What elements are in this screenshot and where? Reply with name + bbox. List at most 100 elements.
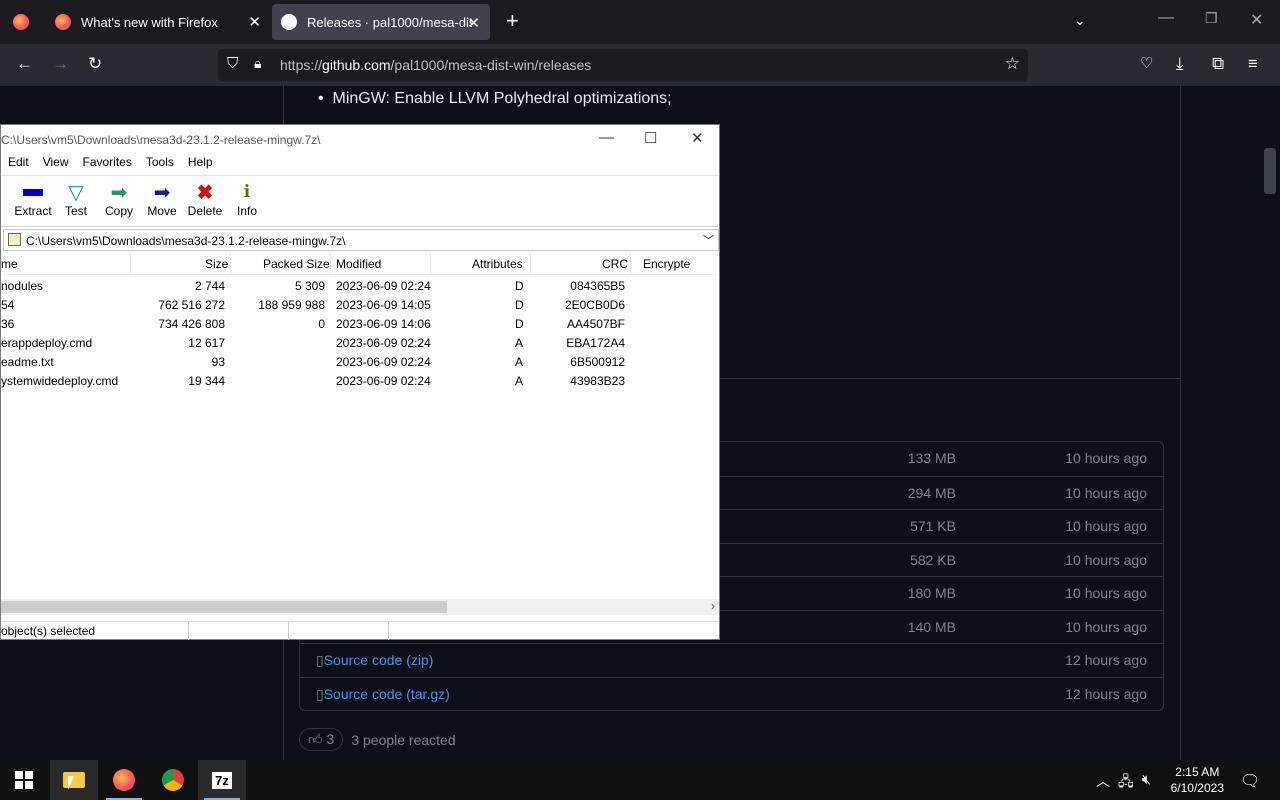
forward-arrow-icon[interactable]: → [52, 54, 69, 74]
column-attributes[interactable]: Attributes [472, 257, 523, 271]
menu-favorites[interactable]: Favorites [75, 155, 138, 175]
menu-tools[interactable]: Tools [139, 155, 181, 175]
close-tab-icon[interactable]: ✕ [467, 14, 480, 32]
taskbar: 7z ︿ 🖧︎ 🔇︎ 2:15 AM 6/10/2023 🗨︎ [0, 760, 1280, 800]
close-window-icon[interactable]: ✕ [1250, 10, 1263, 30]
asset-size: 294 MB [907, 485, 956, 501]
file-row[interactable]: 54 762 516 272 188 959 988 2023-06-09 14… [1, 296, 719, 315]
file-crc: 084365B5 [570, 279, 625, 293]
firefox-view-button[interactable] [0, 0, 42, 44]
file-attributes: A [515, 374, 524, 388]
file-crc: 2E0CB0D6 [564, 298, 625, 312]
extensions-icon[interactable]: ⧉ [1212, 54, 1224, 74]
taskbar-7zip[interactable]: 7z [198, 760, 246, 800]
firefox-icon [55, 14, 71, 30]
menu-view[interactable]: View [36, 155, 76, 175]
show-hidden-icons-chevron-icon[interactable]: ︿ [1096, 771, 1110, 791]
volume-muted-icon[interactable]: 🔇︎ [1142, 771, 1151, 788]
asset-row-source-zip[interactable]: ▯Source code (zip) 12 hours ago [300, 643, 1163, 677]
file-row[interactable]: 36 734 426 808 0 2023-06-09 14:06 D AA45… [1, 315, 719, 334]
minimize-icon[interactable]: — [1158, 9, 1174, 27]
move-button[interactable]: ➡ Move [138, 180, 186, 219]
extract-button[interactable]: Extract [9, 180, 57, 218]
close-tab-icon[interactable]: ✕ [248, 13, 261, 31]
delete-button[interactable]: ✖ Delete [181, 180, 229, 219]
back-arrow-icon[interactable]: ← [16, 54, 33, 74]
zip-icon: ▯ [316, 686, 324, 702]
github-icon [281, 14, 297, 30]
extract-icon [9, 180, 57, 204]
column-separator [130, 253, 131, 275]
info-button[interactable]: ℹ Info [223, 180, 271, 218]
chrome-icon [162, 769, 184, 791]
file-attributes: D [515, 279, 524, 293]
scroll-right-icon[interactable]: › [711, 599, 715, 613]
list-tabs-chevron-icon[interactable]: ⌄ [1074, 12, 1086, 29]
copy-button[interactable]: ➡ Copy [95, 180, 143, 219]
start-button[interactable] [0, 760, 48, 800]
file-row[interactable]: ystemwidedeploy.cmd 19 344 2023-06-09 02… [1, 372, 719, 391]
taskbar-clock[interactable]: 2:15 AM 6/10/2023 [1171, 764, 1224, 796]
tab-firefox-whats-new[interactable]: What's new with Firefox - More ✕ [43, 0, 271, 44]
source-code-targz-link[interactable]: ▯Source code (tar.gz) [316, 686, 450, 703]
column-crc[interactable]: CRC [602, 257, 628, 271]
horizontal-scrollbar[interactable]: › [1, 599, 719, 615]
column-packed-size[interactable]: Packed Size [263, 257, 330, 271]
close-window-icon[interactable]: ✕ [691, 129, 704, 147]
maximize-icon[interactable]: ☐ [644, 129, 657, 147]
url-text[interactable]: https://github.com/pal1000/mesa-dist-win… [280, 57, 591, 73]
restore-icon[interactable]: ❐ [1205, 10, 1218, 27]
asset-size: 140 MB [907, 619, 956, 635]
reload-icon[interactable]: ↻ [88, 54, 102, 74]
column-modified[interactable]: Modified [336, 257, 381, 271]
clock-date: 6/10/2023 [1170, 781, 1224, 795]
url-prefix: https:// [280, 57, 323, 73]
scrollbar-thumb[interactable] [1, 601, 447, 613]
asset-time: 10 hours ago [1065, 518, 1147, 534]
asset-name: Source code [323, 652, 403, 668]
page-scrollbar-thumb[interactable] [1264, 148, 1276, 194]
status-text: object(s) selected [1, 624, 96, 638]
column-encrypted[interactable]: Encrypte [643, 257, 690, 271]
test-button[interactable]: ▽ Test [52, 180, 100, 219]
chevron-down-icon[interactable]: ﹀ [703, 232, 714, 248]
notification-icon[interactable]: 🗨︎ [1240, 771, 1260, 791]
menu-edit[interactable]: Edit [1, 155, 36, 175]
column-size[interactable]: Size [205, 257, 228, 271]
file-row[interactable]: erappdeploy.cmd 12 617 2023-06-09 02:24 … [1, 334, 719, 353]
file-modified: 2023-06-09 02:24 [336, 279, 431, 293]
new-tab-icon[interactable]: + [506, 8, 519, 34]
info-icon: ℹ [243, 182, 251, 201]
copy-arrow-icon: ➡ [110, 181, 128, 204]
menu-help[interactable]: Help [181, 155, 220, 175]
shield-icon[interactable]: ⛉ [227, 55, 238, 72]
url-path: /pal1000/mesa-dist-win/releases [390, 57, 592, 73]
menu-icon[interactable]: ≡ [1248, 54, 1258, 74]
url-bar[interactable]: ⛉ 🔒︎ https://github.com/pal1000/mesa-dis… [218, 49, 1028, 81]
tab-github-releases[interactable]: Releases · pal1000/mesa-dist-w ✕ [272, 4, 490, 40]
downloads-icon[interactable]: ⤓ [1176, 54, 1184, 74]
file-packed-size: 188 959 988 [258, 298, 325, 312]
thumbs-up-reaction-button[interactable]: 👍︎ 3 [299, 728, 344, 751]
file-crc: 6B500912 [570, 355, 625, 369]
lock-icon[interactable]: 🔒︎ [254, 55, 261, 72]
asset-time: 10 hours ago [1065, 619, 1147, 635]
taskbar-firefox[interactable] [100, 760, 148, 800]
file-row[interactable]: eadme.txt 93 2023-06-09 02:24 A 6B500912 [1, 353, 719, 372]
pocket-icon[interactable]: ♡ [1140, 54, 1153, 72]
source-code-zip-link[interactable]: ▯Source code (zip) [316, 652, 433, 669]
column-header-row: me Size Packed Size Modified Attributes … [1, 253, 719, 275]
file-row[interactable]: nodules 2 744 5 309 2023-06-09 02:24 D 0… [1, 277, 719, 296]
file-size: 762 516 272 [158, 298, 225, 312]
network-icon[interactable]: 🖧︎ [1118, 771, 1134, 795]
minimize-icon[interactable]: — [599, 129, 614, 146]
7zip-title-bar[interactable]: C:\Users\vm5\Downloads\mesa3d-23.1.2-rel… [1, 125, 719, 155]
column-name[interactable]: me [1, 257, 18, 271]
taskbar-file-explorer[interactable] [50, 760, 98, 800]
bookmark-star-icon[interactable]: ☆ [1005, 54, 1020, 74]
asset-row-source-targz[interactable]: ▯Source code (tar.gz) 12 hours ago [300, 677, 1163, 711]
file-attributes: D [515, 317, 524, 331]
path-combobox[interactable]: C:\Users\vm5\Downloads\mesa3d-23.1.2-rel… [3, 229, 719, 251]
status-separator [188, 622, 189, 640]
taskbar-chrome[interactable] [149, 760, 197, 800]
